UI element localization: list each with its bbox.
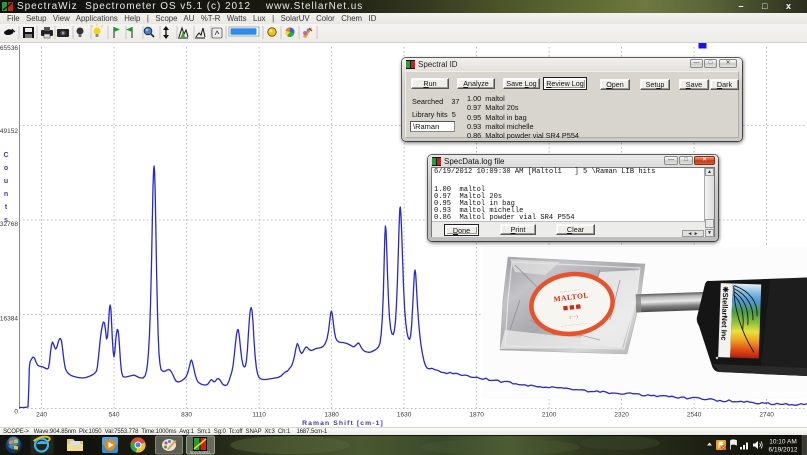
svg-text:o: o <box>4 165 8 172</box>
svg-text:2100: 2100 <box>542 412 557 419</box>
svg-text:1630: 1630 <box>397 412 412 419</box>
svg-text:1870: 1870 <box>469 412 484 419</box>
svg-text:240: 240 <box>36 412 47 419</box>
svg-text:65536: 65536 <box>0 45 18 52</box>
svg-text:1380: 1380 <box>324 412 339 419</box>
svg-text:32768: 32768 <box>0 221 18 228</box>
svg-text:540: 540 <box>109 412 120 419</box>
svg-text:n: n <box>4 191 8 198</box>
svg-text:s: s <box>4 217 8 224</box>
svg-text:2540: 2540 <box>687 412 702 419</box>
svg-text:10:10 AM: 10:10 AM <box>769 439 796 446</box>
svg-text:0: 0 <box>14 409 18 416</box>
svg-text:16384: 16384 <box>0 316 18 323</box>
svg-text:❋StellarNet Inc: ❋StellarNet Inc <box>719 286 730 340</box>
svg-text:49152: 49152 <box>0 128 18 135</box>
svg-text:2740: 2740 <box>759 412 774 419</box>
svg-text:C: C <box>3 152 8 159</box>
svg-text:u: u <box>4 178 8 185</box>
svg-text:1110: 1110 <box>252 412 266 419</box>
svg-text:830: 830 <box>181 412 192 419</box>
svg-text:SpectraWiz: SpectraWiz <box>190 450 210 455</box>
svg-text:(····): (····) <box>569 313 578 319</box>
svg-text:2320: 2320 <box>614 412 629 419</box>
svg-text:6/19/2012: 6/19/2012 <box>769 447 798 454</box>
